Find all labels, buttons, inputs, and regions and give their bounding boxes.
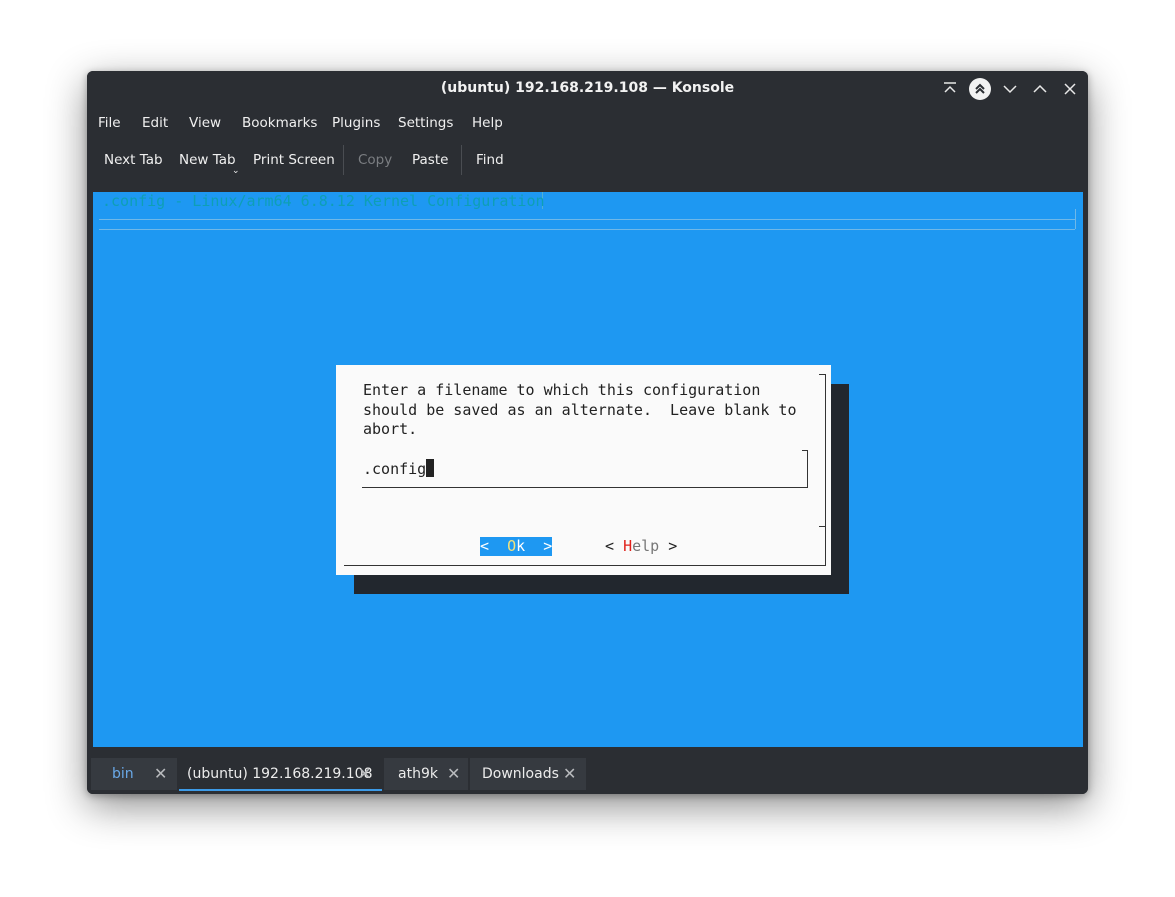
help-button[interactable]: < Help > bbox=[605, 537, 677, 556]
tab-bin[interactable]: bin ✕ bbox=[91, 758, 177, 790]
menu-plugins[interactable]: Plugins bbox=[332, 115, 380, 131]
dialog-border bbox=[825, 526, 826, 566]
menu-file[interactable]: File bbox=[98, 115, 121, 131]
konsole-window: (ubuntu) 192.168.219.108 — Konsole File … bbox=[87, 71, 1088, 794]
filename-input[interactable]: .config bbox=[362, 450, 808, 488]
dialog-message: Enter a filename to which this configura… bbox=[363, 381, 797, 438]
ok-button[interactable]: < Ok > bbox=[480, 537, 552, 556]
copy-button[interactable]: Copy bbox=[358, 152, 392, 168]
print-screen-button[interactable]: Print Screen bbox=[253, 152, 335, 168]
tab-label: Downloads bbox=[482, 766, 559, 782]
menu-bookmarks[interactable]: Bookmarks bbox=[242, 115, 317, 131]
terminal-header: .config - Linux/arm64 6.8.12 Kernel Conf… bbox=[102, 192, 545, 210]
tab-label: (ubuntu) 192.168.219.108 bbox=[187, 766, 373, 782]
toolbar: Next Tab New Tab ⌄ Print Screen Copy Pas… bbox=[87, 137, 1088, 181]
text-cursor bbox=[426, 459, 435, 477]
close-icon[interactable] bbox=[1059, 78, 1081, 100]
shade-icon[interactable] bbox=[969, 78, 991, 100]
tab-label: ath9k bbox=[398, 766, 438, 782]
filename-value: .config bbox=[363, 460, 427, 478]
window-title: (ubuntu) 192.168.219.108 — Konsole bbox=[440, 80, 735, 96]
tab-bar: bin ✕ (ubuntu) 192.168.219.108 ✕ ath9k ✕… bbox=[87, 758, 1088, 794]
maximize-icon[interactable] bbox=[1029, 78, 1051, 100]
tab-downloads[interactable]: Downloads ✕ bbox=[470, 758, 586, 790]
tab-ubuntu[interactable]: (ubuntu) 192.168.219.108 ✕ bbox=[179, 758, 382, 791]
menu-bar: File Edit View Bookmarks Plugins Setting… bbox=[87, 107, 1088, 137]
keep-above-icon[interactable] bbox=[939, 78, 961, 100]
terminal-divider bbox=[99, 229, 1075, 230]
menu-settings[interactable]: Settings bbox=[398, 115, 453, 131]
menu-help[interactable]: Help bbox=[472, 115, 503, 131]
close-icon[interactable]: ✕ bbox=[447, 764, 460, 783]
chevron-down-icon[interactable]: ⌄ bbox=[232, 166, 240, 176]
minimize-icon[interactable] bbox=[999, 78, 1021, 100]
save-dialog: Enter a filename to which this configura… bbox=[336, 365, 831, 575]
next-tab-button[interactable]: Next Tab bbox=[104, 152, 163, 168]
menu-view[interactable]: View bbox=[189, 115, 221, 131]
menu-edit[interactable]: Edit bbox=[142, 115, 168, 131]
terminal-area[interactable]: .config - Linux/arm64 6.8.12 Kernel Conf… bbox=[93, 192, 1083, 747]
close-icon[interactable]: ✕ bbox=[154, 764, 167, 783]
paste-button[interactable]: Paste bbox=[412, 152, 448, 168]
find-button[interactable]: Find bbox=[476, 152, 504, 168]
new-tab-button[interactable]: New Tab bbox=[179, 152, 236, 168]
dialog-border bbox=[344, 565, 825, 566]
tab-ath9k[interactable]: ath9k ✕ bbox=[384, 758, 468, 790]
toolbar-separator bbox=[461, 145, 462, 175]
terminal-divider bbox=[99, 219, 1075, 220]
toolbar-separator bbox=[343, 145, 344, 175]
tab-label: bin bbox=[112, 766, 134, 782]
dialog-border bbox=[825, 374, 826, 526]
close-icon[interactable]: ✕ bbox=[563, 764, 576, 783]
close-icon[interactable]: ✕ bbox=[358, 764, 371, 783]
title-bar[interactable]: (ubuntu) 192.168.219.108 — Konsole bbox=[87, 71, 1088, 107]
terminal-border bbox=[1075, 209, 1076, 229]
